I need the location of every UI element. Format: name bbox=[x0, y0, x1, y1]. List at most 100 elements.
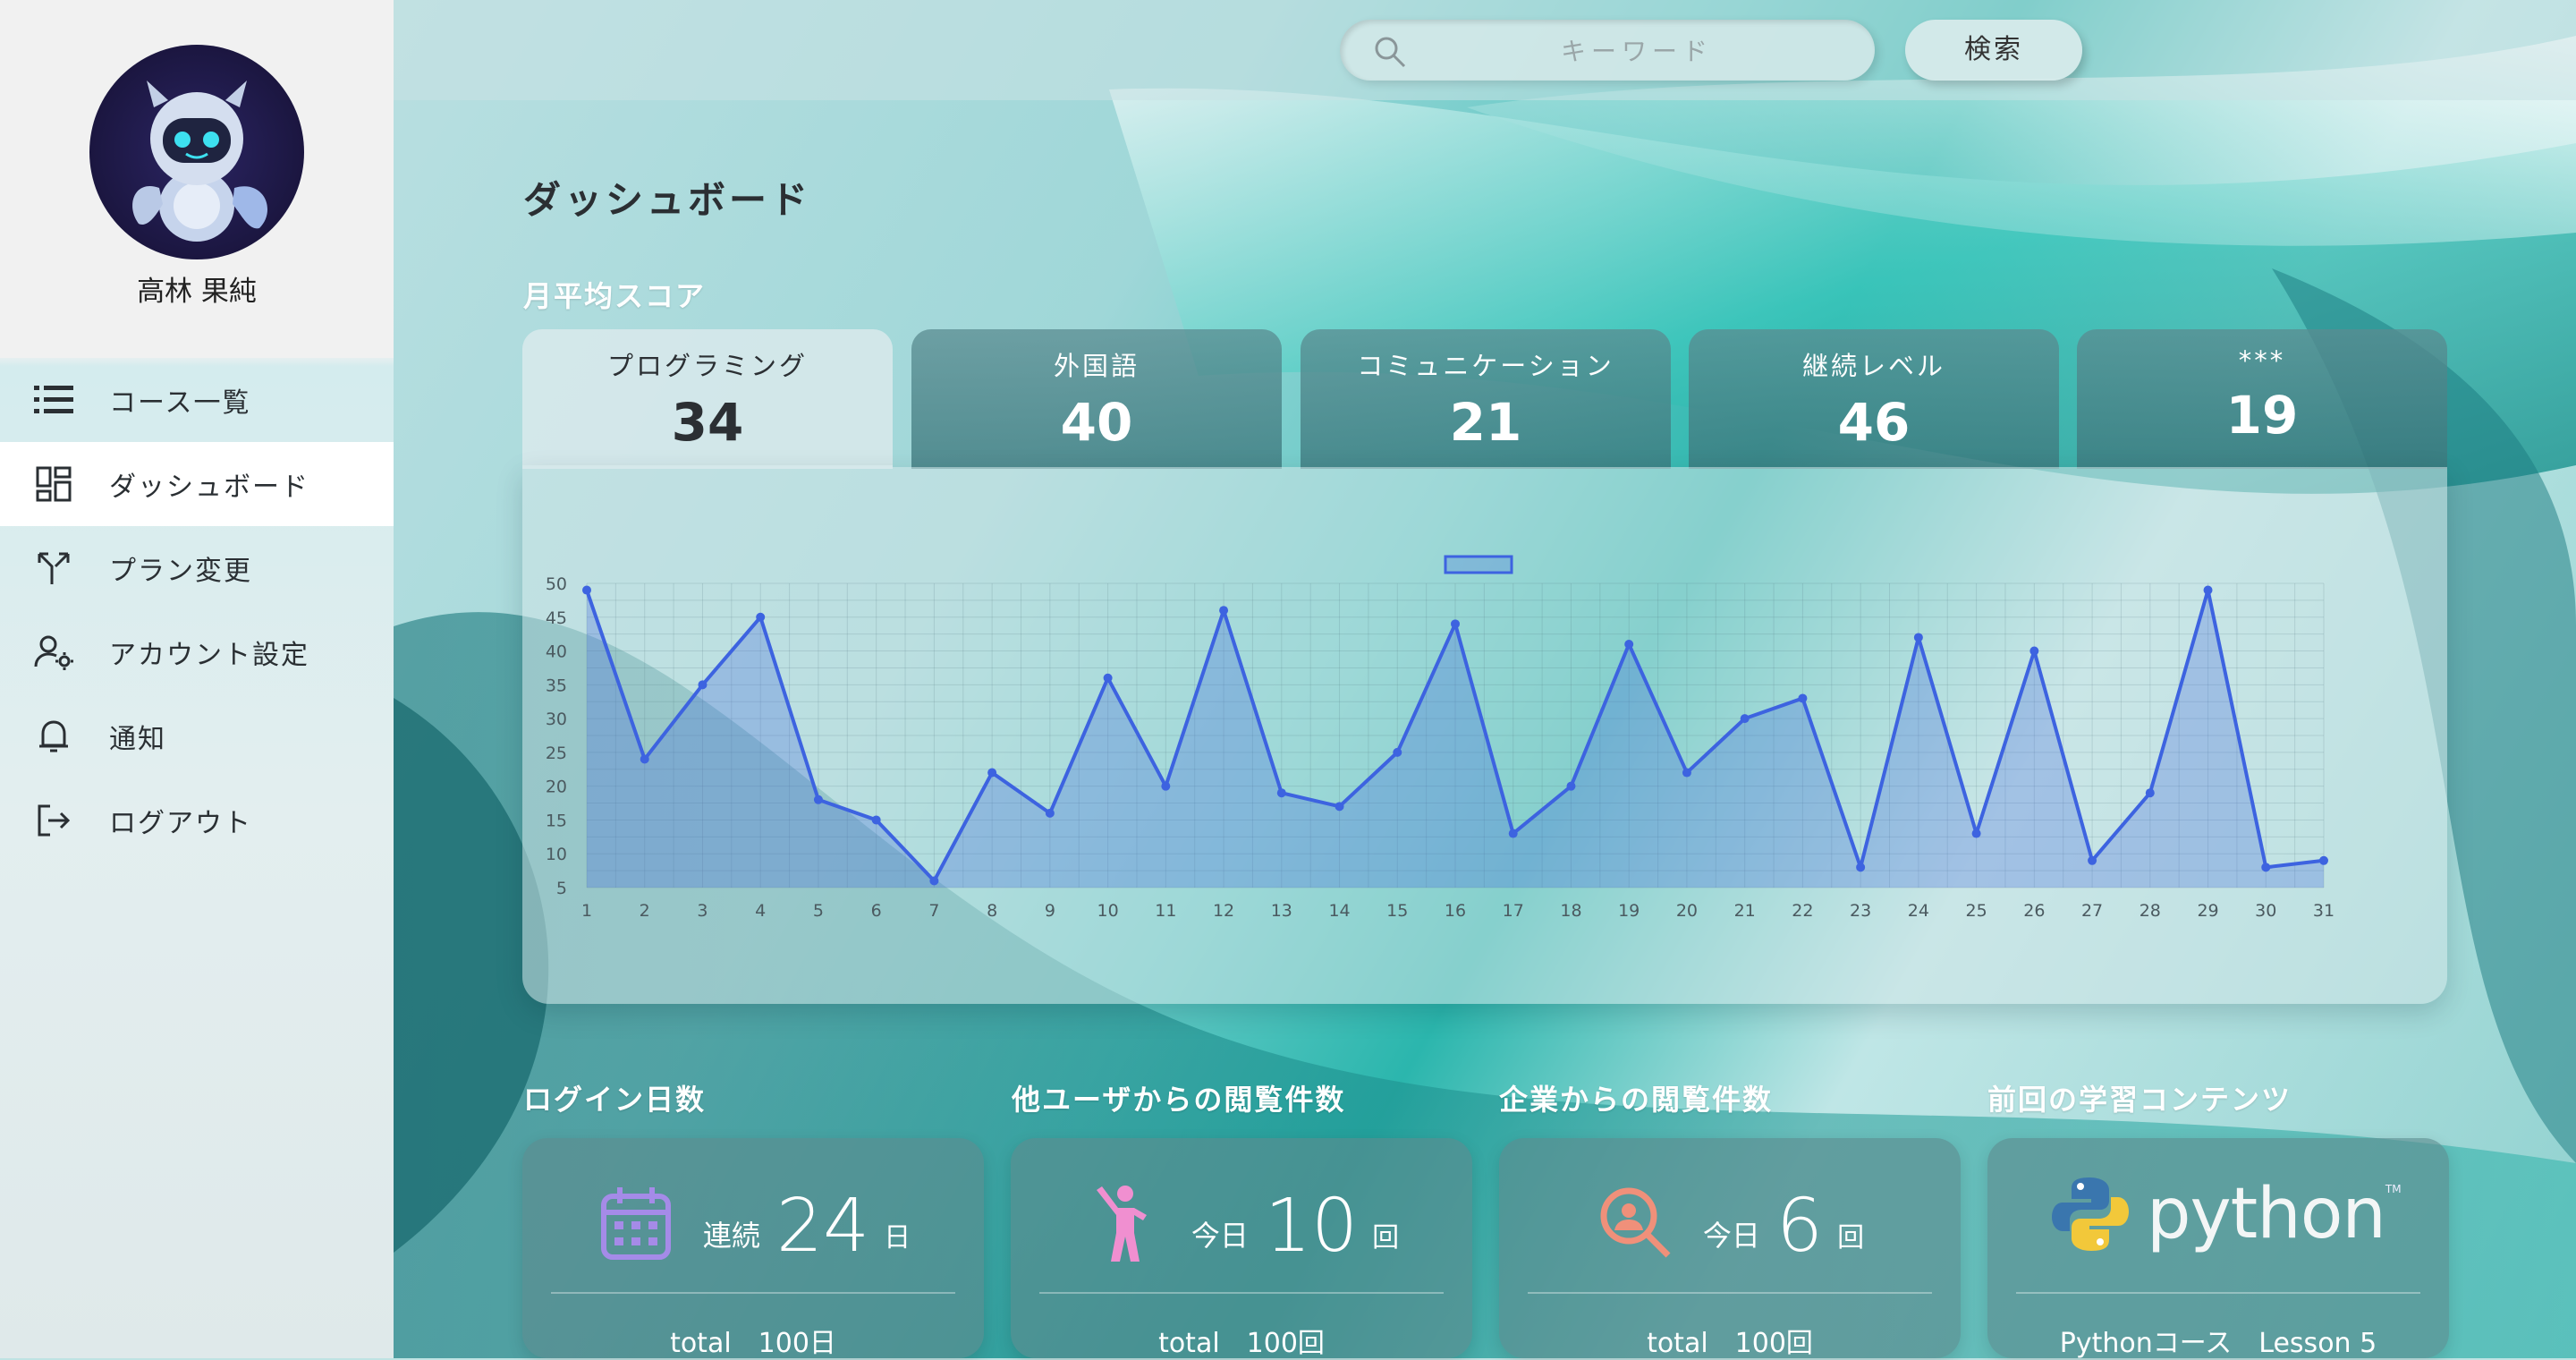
avatar[interactable] bbox=[89, 45, 304, 259]
data-point bbox=[1740, 714, 1750, 724]
search-input[interactable] bbox=[1429, 30, 1844, 72]
x-tick-label: 26 bbox=[2023, 901, 2045, 921]
x-tick-label: 13 bbox=[1271, 901, 1292, 921]
x-tick-label: 20 bbox=[1676, 901, 1698, 921]
y-tick-label: 50 bbox=[546, 574, 567, 594]
sidebar-item-label: 通知 bbox=[109, 724, 166, 755]
tab-other[interactable]: *** 19 bbox=[2077, 329, 2447, 469]
sidebar-item-logout[interactable]: ログアウト bbox=[0, 778, 394, 863]
card-prefix: 連続 bbox=[702, 1219, 760, 1253]
card-divider bbox=[551, 1292, 955, 1294]
tab-value: 19 bbox=[2225, 385, 2299, 446]
x-tick-label: 15 bbox=[1386, 901, 1408, 921]
tab-foreign-language[interactable]: 外国語 40 bbox=[911, 329, 1282, 469]
x-tick-label: 2 bbox=[640, 901, 650, 921]
x-tick-label: 12 bbox=[1213, 901, 1234, 921]
y-tick-label: 35 bbox=[546, 676, 567, 695]
user-views-label: 他ユーザからの閲覧件数 bbox=[1012, 1083, 1346, 1117]
list-icon bbox=[34, 380, 73, 420]
page-title: ダッシュボード bbox=[523, 178, 812, 222]
tab-label: プログラミング bbox=[606, 351, 808, 381]
company-views-value: 6 bbox=[1775, 1184, 1824, 1269]
search-box bbox=[1340, 20, 1875, 81]
x-tick-label: 8 bbox=[987, 901, 997, 921]
x-tick-label: 6 bbox=[871, 901, 882, 921]
data-point bbox=[1971, 829, 1981, 838]
score-section-label: 月平均スコア bbox=[523, 279, 707, 313]
y-tick-label: 10 bbox=[546, 845, 567, 864]
legend-swatch bbox=[1444, 555, 1513, 574]
data-point bbox=[1451, 619, 1460, 629]
x-tick-label: 19 bbox=[1618, 901, 1640, 921]
data-point bbox=[582, 585, 591, 595]
data-point bbox=[2088, 855, 2097, 865]
data-point bbox=[871, 815, 881, 825]
company-views-card[interactable]: 今日 6 回 total 100回 bbox=[1499, 1138, 1961, 1359]
x-tick-label: 9 bbox=[1045, 901, 1055, 921]
x-tick-label: 5 bbox=[813, 901, 824, 921]
x-tick-label: 7 bbox=[928, 901, 939, 921]
search-icon bbox=[1372, 34, 1408, 73]
search-button[interactable]: 検索 bbox=[1905, 20, 2082, 81]
x-tick-label: 21 bbox=[1734, 901, 1756, 921]
data-point bbox=[2029, 646, 2039, 656]
data-point bbox=[698, 680, 708, 690]
x-tick-label: 27 bbox=[2081, 901, 2103, 921]
data-point bbox=[1798, 693, 1808, 703]
x-tick-label: 28 bbox=[2140, 901, 2161, 921]
tab-value: 21 bbox=[1449, 392, 1522, 453]
python-logo: python TM bbox=[2050, 1174, 2402, 1254]
x-tick-label: 25 bbox=[1966, 901, 1987, 921]
x-tick-label: 14 bbox=[1328, 901, 1350, 921]
logout-icon bbox=[34, 801, 73, 840]
data-point bbox=[1276, 788, 1286, 798]
data-point bbox=[1682, 768, 1691, 778]
user-views-card[interactable]: 今日 10 回 total 100回 bbox=[1011, 1138, 1472, 1359]
card-prefix: 今日 bbox=[1702, 1219, 1760, 1253]
bell-icon bbox=[34, 717, 73, 756]
card-divider bbox=[2016, 1292, 2420, 1294]
sidebar-item-plan-change[interactable]: プラン変更 bbox=[0, 526, 394, 610]
sidebar-item-label: ログアウト bbox=[109, 808, 252, 839]
tab-continuation-level[interactable]: 継続レベル 46 bbox=[1689, 329, 2059, 469]
calendar-icon bbox=[596, 1183, 676, 1263]
card-unit: 回 bbox=[1837, 1222, 1865, 1254]
sidebar-item-label: プラン変更 bbox=[109, 556, 252, 587]
tab-label: *** bbox=[2238, 345, 2286, 376]
data-point bbox=[640, 754, 649, 764]
data-point bbox=[1913, 633, 1923, 642]
sidebar-item-course-list[interactable]: コース一覧 bbox=[0, 358, 394, 442]
sidebar-item-account-settings[interactable]: アカウント設定 bbox=[0, 610, 394, 694]
tab-programming[interactable]: プログラミング 34 bbox=[522, 329, 893, 469]
sidebar-nav: コース一覧 ダッシュボード プラン変更 アカウント設定 通知 ログアウト bbox=[0, 358, 394, 863]
login-days-value: 24 bbox=[775, 1184, 870, 1269]
data-point bbox=[987, 768, 997, 778]
login-days-card[interactable]: 連続 24 日 total 100日 bbox=[522, 1138, 984, 1359]
last-content-card[interactable]: python TM Pythonコース Lesson 5 bbox=[1987, 1138, 2449, 1359]
sidebar-item-dashboard[interactable]: ダッシュボード bbox=[0, 442, 394, 526]
sidebar: 高林 果純 コース一覧 ダッシュボード プラン変更 アカウント設定 通知 ログア… bbox=[0, 0, 394, 1358]
tab-value: 46 bbox=[1837, 392, 1911, 453]
data-point bbox=[1508, 829, 1518, 838]
x-tick-label: 1 bbox=[581, 901, 592, 921]
x-tick-label: 30 bbox=[2255, 901, 2276, 921]
data-point bbox=[813, 795, 823, 804]
python-logo-icon bbox=[2052, 1177, 2129, 1251]
data-point bbox=[1045, 808, 1055, 818]
dashboard-icon bbox=[34, 464, 73, 504]
data-point bbox=[1566, 781, 1576, 791]
card-main-row: 連続 24 日 bbox=[522, 1183, 984, 1263]
x-tick-label: 31 bbox=[2313, 901, 2334, 921]
y-tick-label: 40 bbox=[546, 642, 567, 662]
company-views-label: 企業からの閲覧件数 bbox=[1499, 1083, 1774, 1117]
x-tick-label: 11 bbox=[1155, 901, 1176, 921]
x-tick-label: 18 bbox=[1560, 901, 1581, 921]
sidebar-item-notifications[interactable]: 通知 bbox=[0, 694, 394, 778]
x-tick-label: 17 bbox=[1503, 901, 1524, 921]
data-point bbox=[2319, 855, 2328, 865]
data-point bbox=[1624, 640, 1634, 649]
card-course: Pythonコース Lesson 5 bbox=[2059, 1328, 2377, 1359]
x-tick-label: 4 bbox=[755, 901, 766, 921]
tab-communication[interactable]: コミュニケーション 21 bbox=[1301, 329, 1671, 469]
card-total: total 100回 bbox=[1158, 1328, 1325, 1359]
